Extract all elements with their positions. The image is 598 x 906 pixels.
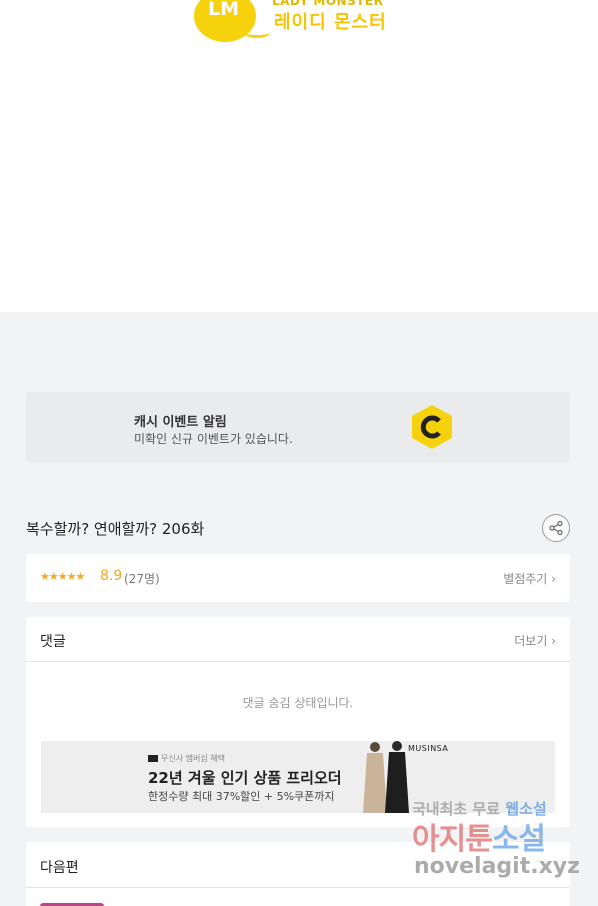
musinsa-ad-banner[interactable]: 무신사 멤버십 혜택 22년 겨울 인기 상품 프리오더 한정수량 최대 37%… xyxy=(41,741,555,813)
logo-text-en: LADY MONSTER xyxy=(272,0,384,8)
cash-c-icon xyxy=(412,405,452,449)
cash-event-banner[interactable]: 캐시 이벤트 알림 미확인 신규 이벤트가 있습니다. xyxy=(26,392,570,462)
rate-button[interactable]: 별점주기 › xyxy=(503,570,556,587)
next-episode-label: 다음편 xyxy=(40,860,79,876)
comment-header: 댓글 더보기 › xyxy=(26,617,570,662)
comment-label: 댓글 xyxy=(40,634,66,650)
ad-brand-small: 무신사 멤버십 혜택 xyxy=(148,753,225,764)
episode-title: 복수할까? 연애할까? 206화 xyxy=(26,520,205,538)
rating-score: 8.9 xyxy=(100,568,123,584)
next-episode-header: 다음편 xyxy=(26,842,570,888)
ad-brand: MUSINSA xyxy=(408,744,449,753)
share-icon xyxy=(549,520,563,536)
ad-subtitle: 한정수량 최대 37%할인 + 5%쿠폰까지 xyxy=(148,790,335,803)
viewer-image-area: LM LADY MONSTER 레이디 몬스터 xyxy=(0,0,598,312)
rating-count: (27명) xyxy=(124,572,160,586)
comment-hidden-message: 댓글 숨김 상태입니다. xyxy=(242,696,354,710)
logo-mark: LM xyxy=(208,0,240,20)
next-episode-section[interactable]: 다음편 xyxy=(26,842,570,906)
more-button-label: 더보기 xyxy=(514,634,548,648)
rating-card: ★★★★★ 8.9 (27명) 별점주기 › xyxy=(26,554,570,602)
share-button[interactable] xyxy=(542,514,570,542)
chevron-right-icon: › xyxy=(551,572,556,586)
rate-button-label: 별점주기 xyxy=(503,572,548,586)
chevron-right-icon: › xyxy=(551,634,556,648)
cash-event-title: 캐시 이벤트 알림 xyxy=(134,415,227,430)
comment-section: 댓글 더보기 › 댓글 숨김 상태입니다. 무신사 멤버십 혜택 22년 겨울 … xyxy=(26,617,570,827)
star-rating-icon: ★★★★★ xyxy=(40,570,85,583)
lady-monster-logo: LM LADY MONSTER 레이디 몬스터 xyxy=(194,0,394,44)
ad-title: 22년 겨울 인기 상품 프리오더 xyxy=(148,769,342,787)
logo-text-ko: 레이디 몬스터 xyxy=(274,12,387,33)
ad-brand-small-text: 무신사 멤버십 혜택 xyxy=(161,754,225,763)
logo-tail xyxy=(244,28,270,38)
comments-more-button[interactable]: 더보기 › xyxy=(514,632,556,649)
musinsa-logo-icon xyxy=(148,755,158,762)
cash-event-subtitle: 미확인 신규 이벤트가 있습니다. xyxy=(134,432,293,446)
